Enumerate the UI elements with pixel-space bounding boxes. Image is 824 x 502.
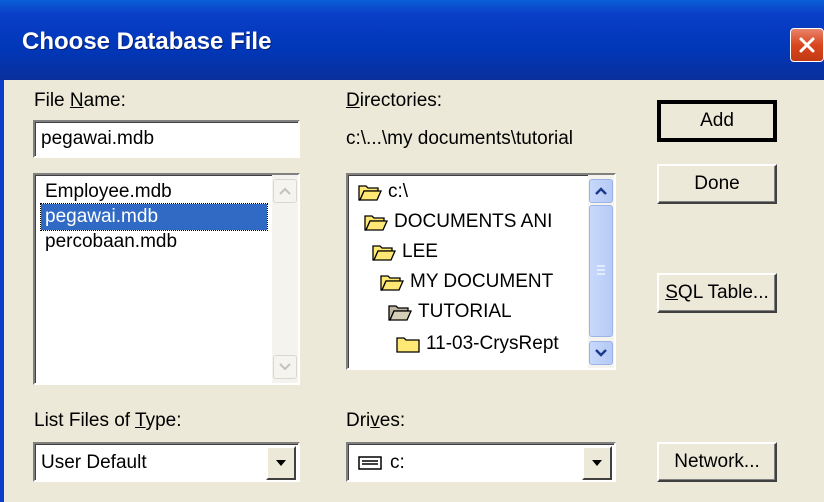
scroll-down-arrow-icon [595,349,607,357]
scroll-up-arrow-icon [279,187,291,195]
file-name-input[interactable]: pegawai.mdb [33,120,300,158]
file-name-value: pegawai.mdb [41,128,155,149]
dropdown-arrow-icon [276,460,286,466]
file-type-label: List Files of Type: [34,410,182,431]
file-list-item[interactable]: percobaan.mdb [41,229,181,255]
file-name-label: File Name: [34,90,126,111]
directory-item[interactable]: MY DOCUMENT [380,267,553,297]
scroll-down-arrow-icon [279,363,291,371]
sql-table-button[interactable]: S QL Table... [657,273,777,313]
dropdown-arrow-icon [592,460,602,466]
scroll-thumb[interactable] [589,205,613,337]
file-list[interactable]: Employee.mdb pegawai.mdb percobaan.mdb [33,173,300,385]
directory-scrollbar[interactable] [588,175,614,368]
scroll-down-button[interactable] [589,341,613,365]
directory-item[interactable]: c:\ [358,177,408,207]
scroll-up-button[interactable] [273,179,297,203]
directory-item[interactable]: LEE [372,237,438,267]
network-button[interactable]: Network... [657,442,777,482]
open-folder-icon [358,185,382,201]
open-folder-icon [380,275,404,291]
closed-folder-icon [396,337,420,353]
directory-item[interactable]: DOCUMENTS ANI [364,207,552,237]
scroll-up-button[interactable] [589,179,613,203]
close-icon [799,37,815,53]
open-folder-icon [388,305,412,321]
directory-tree[interactable]: c:\ DOCUMENTS ANI LEE MY DOCUMENT TUTORI… [346,173,616,370]
close-button[interactable] [790,28,824,62]
done-button[interactable]: Done [657,164,777,204]
drives-value: c: [390,452,405,473]
file-list-scrollbar[interactable] [272,175,298,383]
drives-label: Drives: [346,410,406,431]
current-directory-path: c:\...\my documents\tutorial [346,128,574,149]
file-list-item[interactable]: Employee.mdb [41,179,176,205]
file-type-select[interactable]: User Default [33,442,300,482]
add-button[interactable]: Add [657,100,777,142]
directory-item-selected[interactable]: TUTORIAL [388,297,512,327]
drives-select[interactable]: c: [346,442,616,482]
open-folder-icon [372,245,396,261]
file-type-dropdown-button[interactable] [266,446,296,480]
directory-item[interactable]: 11-03-CrysRept [396,329,559,359]
scroll-up-arrow-icon [595,187,607,195]
directories-label: Directories: [346,90,443,111]
title-bar: Choose Database File [0,0,824,80]
drives-dropdown-button[interactable] [582,446,612,480]
window-frame-left [0,80,4,502]
file-list-item-selected[interactable]: pegawai.mdb [40,203,268,231]
open-folder-icon [364,215,388,231]
file-type-value: User Default [41,452,147,473]
grip-icon [597,265,605,275]
window-title: Choose Database File [22,28,272,55]
hard-drive-icon [358,456,382,470]
scroll-down-button[interactable] [273,355,297,379]
